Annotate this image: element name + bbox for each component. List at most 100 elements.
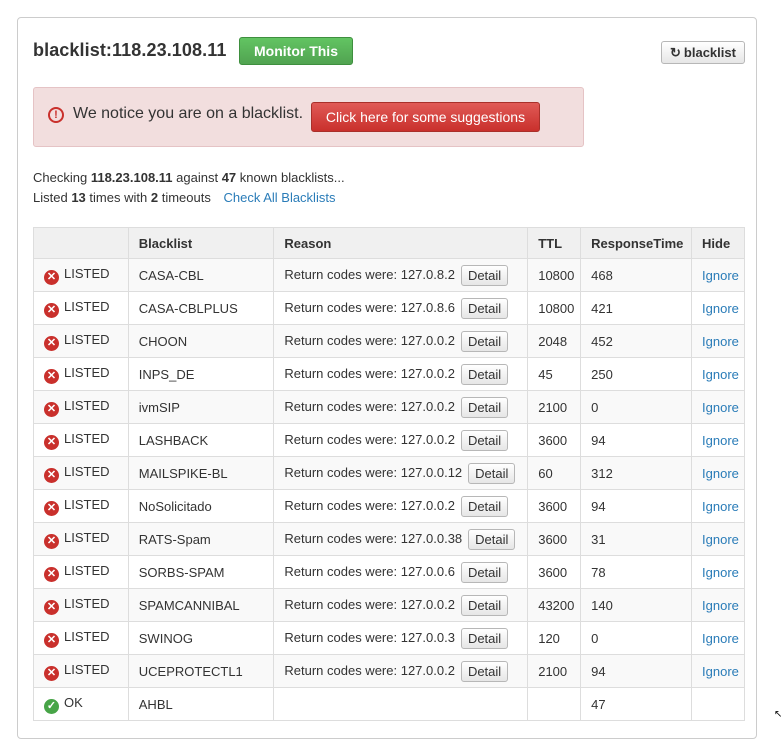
response-time-value: 31 (580, 522, 693, 556)
x-circle-icon: ✕ (44, 665, 59, 681)
response-time-value: 312 (580, 456, 693, 490)
reason-cell: Return codes were: 127.0.0.12 Detail (273, 456, 529, 490)
status-label: LISTED (64, 529, 110, 545)
reason-cell: Return codes were: 127.0.0.2 Detail (273, 357, 529, 391)
ignore-link[interactable]: Ignore (702, 631, 739, 646)
reason-cell: Return codes were: 127.0.0.2 Detail (273, 654, 529, 688)
listed-summary: Listed 13 times with 2 timeouts Check Al… (33, 190, 335, 205)
ignore-link[interactable]: Ignore (702, 367, 739, 382)
header-response-time: ResponseTime (580, 227, 693, 259)
x-circle-icon: ✕ (44, 566, 59, 582)
check-all-blacklists-link[interactable]: Check All Blacklists (223, 190, 335, 205)
ignore-link[interactable]: Ignore (702, 466, 739, 481)
monitor-this-button[interactable]: Monitor This (239, 37, 353, 65)
detail-button[interactable]: Detail (468, 528, 516, 550)
detail-button[interactable]: Detail (460, 627, 509, 649)
blacklist-name: RATS-Spam (127, 522, 275, 556)
x-circle-icon: ✕ (44, 302, 59, 318)
status-cell: ✕ LISTED (33, 357, 129, 391)
detail-button[interactable]: Detail (460, 660, 509, 682)
reason-text: Return codes were: 127.0.0.2 (284, 596, 455, 612)
exclamation-circle-icon: ! (48, 107, 64, 123)
reason-text: Return codes were: 127.0.0.2 (284, 398, 455, 414)
reason-text: Return codes were: 127.0.0.6 (284, 563, 455, 579)
ttl-value: 43200 (527, 588, 582, 622)
checking-summary: Checking 118.23.108.11 against 47 known … (33, 170, 345, 185)
ignore-link[interactable]: Ignore (702, 268, 739, 283)
detail-button[interactable]: Detail (460, 495, 509, 517)
hide-cell (691, 687, 745, 721)
table-row: ✕ LISTED UCEPROTECTL1 Return codes were: 12… (33, 654, 745, 688)
reason-text: Return codes were: 127.0.8.6 (284, 299, 455, 315)
blacklist-name: ivmSIP (127, 390, 275, 424)
ignore-link[interactable]: Ignore (702, 499, 739, 514)
hide-cell: Ignore (691, 357, 745, 391)
reason-text: Return codes were: 127.0.0.3 (284, 629, 455, 645)
listed-suffix: timeouts (161, 190, 211, 205)
detail-button[interactable]: Detail (460, 363, 509, 385)
ttl-value: 3600 (527, 423, 582, 457)
reason-cell: Return codes were: 127.0.0.2 Detail (273, 390, 529, 424)
ignore-link[interactable]: Ignore (702, 334, 739, 349)
response-time-value: 250 (580, 357, 693, 391)
table-row: ✕ LISTED RATS-Spam Return codes were: 127.0… (33, 522, 745, 556)
ttl-value: 3600 (527, 522, 582, 556)
checked-ip: 118.23.108.11 (90, 170, 173, 185)
ignore-link[interactable]: Ignore (702, 664, 739, 679)
listed-count: 13 (71, 190, 86, 205)
detail-button[interactable]: Detail (460, 561, 509, 583)
ignore-link[interactable]: Ignore (702, 301, 739, 316)
hide-cell: Ignore (691, 456, 745, 490)
reason-text: Return codes were: 127.0.0.2 (284, 431, 455, 447)
x-circle-icon: ✕ (44, 632, 59, 648)
status-label: LISTED (64, 496, 110, 512)
header-ttl: TTL (527, 227, 582, 259)
reason-cell: Return codes were: 127.0.8.6 Detail (273, 291, 529, 325)
table-row: ✕ LISTED CHOON Return codes were: 127.0.0.2… (33, 324, 745, 358)
ttl-value: 2100 (527, 654, 582, 688)
status-label: LISTED (64, 430, 110, 446)
refresh-blacklist-button[interactable]: ↻ blacklist (661, 41, 745, 64)
blacklist-name: CHOON (127, 324, 275, 358)
table-row: ✕ LISTED CASA-CBLPLUS Return codes were: 12… (33, 291, 745, 325)
detail-button[interactable]: Detail (460, 396, 509, 418)
detail-button[interactable]: Detail (460, 594, 509, 616)
hide-cell: Ignore (691, 324, 745, 358)
reason-cell: Return codes were: 127.0.0.2 Detail (273, 423, 529, 457)
check-circle-icon: ✓ (44, 698, 59, 714)
detail-button[interactable]: Detail (460, 330, 509, 352)
response-time-value: 78 (580, 555, 693, 589)
response-time-value: 0 (580, 621, 693, 655)
mouse-cursor-icon: ↖ (774, 709, 781, 720)
blacklist-name: LASHBACK (127, 423, 275, 457)
table-row: ✕ LISTED SPAMCANNIBAL Return codes were: 12… (33, 588, 745, 622)
ignore-link[interactable]: Ignore (702, 598, 739, 613)
reason-text: Return codes were: 127.0.8.2 (284, 266, 455, 282)
ttl-value: 45 (527, 357, 582, 391)
ignore-link[interactable]: Ignore (702, 565, 739, 580)
blacklist-count: 47 (221, 170, 237, 185)
ignore-link[interactable]: Ignore (702, 532, 739, 547)
blacklist-name: AHBL (127, 687, 275, 721)
status-cell: ✓ OK (33, 687, 129, 721)
reason-cell: Return codes were: 127.0.0.2 Detail (273, 324, 529, 358)
hide-cell: Ignore (691, 522, 745, 556)
detail-button[interactable]: Detail (460, 429, 509, 451)
suggestions-button[interactable]: Click here for some suggestions (311, 102, 540, 132)
ttl-value: 120 (527, 621, 582, 655)
status-label: LISTED (64, 463, 110, 479)
ignore-link[interactable]: Ignore (702, 433, 739, 448)
blacklist-name: SPAMCANNIBAL (127, 588, 275, 622)
ignore-link[interactable]: Ignore (702, 400, 739, 415)
blacklist-alert: ! We notice you are on a blacklist. Clic… (33, 87, 584, 147)
hide-cell: Ignore (691, 423, 745, 457)
detail-button[interactable]: Detail (468, 462, 516, 484)
detail-button[interactable]: Detail (460, 264, 509, 286)
x-circle-icon: ✕ (44, 434, 59, 450)
status-label: LISTED (64, 397, 110, 413)
detail-button[interactable]: Detail (460, 297, 509, 319)
status-cell: ✕ LISTED (33, 555, 129, 589)
blacklist-name: CASA-CBL (127, 258, 275, 292)
blacklist-table: Blacklist Reason TTL ResponseTime Hide ✕… (33, 227, 745, 721)
reason-cell: Return codes were: 127.0.0.38 Detail (273, 522, 529, 556)
